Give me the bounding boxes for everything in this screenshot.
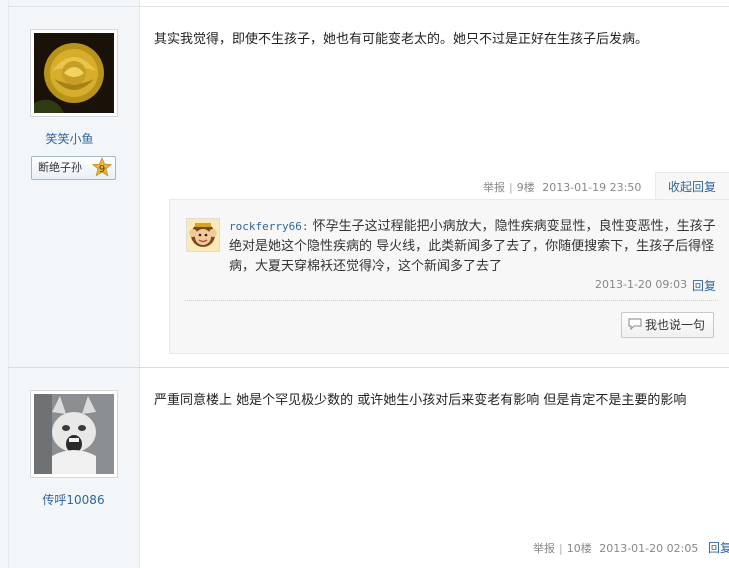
report-link[interactable]: 举报	[483, 181, 505, 194]
sidebar-divider	[139, 0, 140, 568]
say-button-label: 我也说一句	[645, 318, 706, 332]
reply-time: 2013-1-20 09:03	[595, 278, 688, 291]
reply-link[interactable]: 回复	[708, 539, 729, 556]
rose-avatar-image	[34, 33, 114, 113]
reply-body: rockferry66: 怀孕生子这过程能把小病放大，隐性疾病变显性，良性变恶性…	[229, 217, 717, 277]
reply-avatar[interactable]	[186, 218, 220, 252]
user-avatar-frame[interactable]	[30, 390, 118, 478]
post-time: 2013-01-20 02:05	[599, 542, 699, 555]
badge-label: 断绝子孙	[38, 161, 82, 174]
post-meta: 举报 | 10楼 2013-01-20 02:05	[533, 542, 699, 555]
level-number: 9	[99, 164, 105, 175]
left-edge-line	[8, 0, 9, 568]
post-meta: 举报 | 9楼 2013-01-19 23:50	[483, 181, 642, 194]
post-divider	[8, 367, 729, 368]
reply-link[interactable]: 回复	[692, 277, 716, 294]
floor-number: 10楼	[566, 542, 592, 555]
reply-divider	[185, 300, 718, 301]
post-content: 严重同意楼上 她是个罕见极少数的 或许她生小孩对后来变老有影响 但是肯定不是主要…	[154, 393, 687, 408]
collapse-replies-link[interactable]: 收起回复	[668, 178, 716, 195]
comment-bubble-icon	[628, 318, 642, 331]
user-avatar-frame[interactable]	[30, 29, 118, 117]
top-divider	[8, 6, 729, 7]
post-time: 2013-01-19 23:50	[542, 181, 642, 194]
reply-username[interactable]: rockferry66:	[229, 220, 308, 233]
post-content: 其实我觉得，即使不生孩子，她也有可能变老太的。她只不过是正好在生孩子后发病。	[154, 32, 649, 47]
monkey-avatar-icon	[187, 219, 219, 251]
floor-number: 9楼	[516, 181, 535, 194]
report-link[interactable]: 举报	[533, 542, 555, 555]
username-link[interactable]: 笑笑小鱼	[0, 130, 139, 147]
title-badge[interactable]: 断绝子孙 9	[31, 156, 116, 180]
say-something-button[interactable]: 我也说一句	[621, 312, 715, 338]
username-link[interactable]: 传呼10086	[0, 491, 147, 508]
cat-avatar-image	[34, 394, 114, 474]
level-star-icon: 9	[91, 157, 113, 177]
